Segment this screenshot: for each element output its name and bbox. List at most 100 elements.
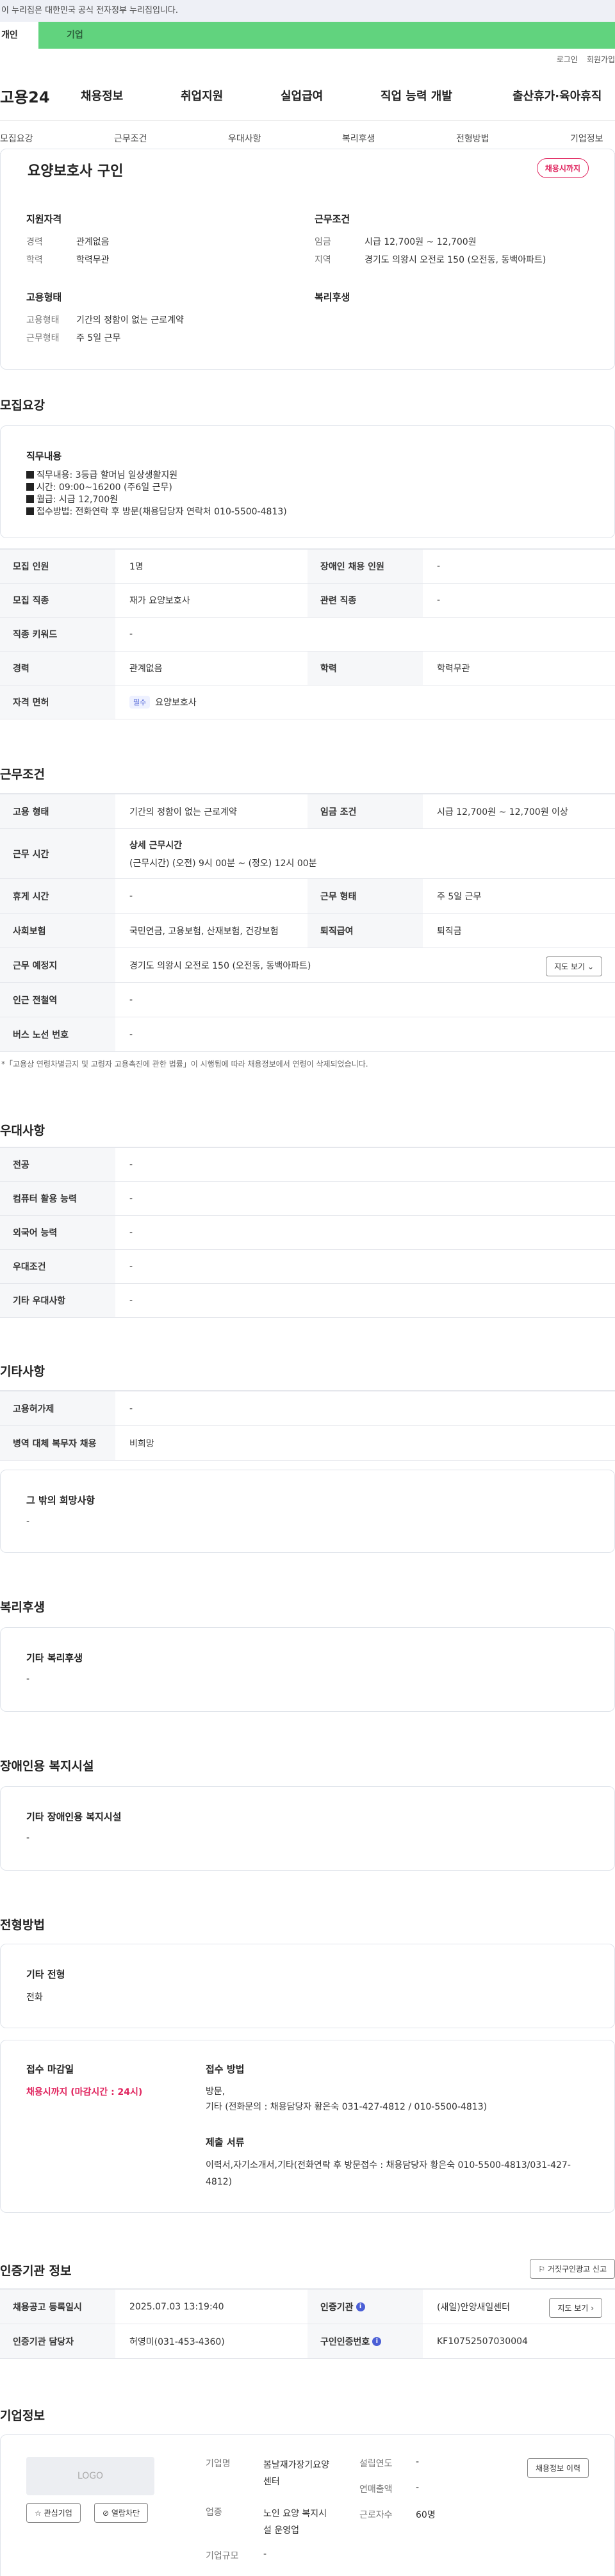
- size-label: 기업규모: [206, 2551, 239, 2561]
- welfare-title: 복리후생: [315, 291, 350, 303]
- table-row: 전공 -: [0, 1148, 615, 1182]
- disabled-card-title: 기타 장애인용 복지시설: [26, 1811, 122, 1823]
- qual-career: 경력 관계없음: [26, 237, 110, 247]
- tab-conditions[interactable]: 근무조건: [114, 132, 147, 145]
- emp-title: 고용형태: [26, 291, 62, 303]
- agency-section-title: 인증기관 정보: [0, 2264, 72, 2278]
- signup-link[interactable]: 회원가입: [587, 54, 615, 65]
- duty-lines: 직무내용: 3등급 할머님 일상생활지원 시간: 09:00~16200 (주6…: [26, 470, 287, 518]
- deadline-badge: 채용시까지: [536, 158, 589, 178]
- welfare-section-title: 복리후생: [0, 1600, 45, 1614]
- report-button[interactable]: ⚐ 거짓구인광고 신고: [530, 2259, 615, 2279]
- tab-welfare[interactable]: 복리후생: [342, 132, 375, 145]
- founded-label: 설립연도: [359, 2459, 393, 2469]
- etc-table: 고용허가제 - 병역 대체 복무자 채용 비희망: [0, 1390, 615, 1461]
- emp-type: 고용형태 기간의 정함이 없는 근로계약: [26, 315, 184, 325]
- table-row: 버스 노선 번호 -: [0, 1017, 615, 1052]
- table-row: 기타 우대사항 -: [0, 1284, 615, 1318]
- revenue-label: 연매출액: [359, 2484, 393, 2495]
- map-button[interactable]: 지도 보기 ⌄: [546, 956, 602, 976]
- agency-table: 채용공고 등록일시 2025.07.03 13:19:40 인증기관 i (새일)안…: [0, 2288, 615, 2359]
- summary-card: 요양보호사 구인 채용시까지 지원자격 경력 관계없음 학력 학력무관 근무조건 임…: [0, 149, 615, 370]
- gov-banner: 이 누리집은 대한민국 공식 전자정부 누리집입니다.: [0, 0, 615, 22]
- agency-map-button[interactable]: 지도 보기 ›: [549, 2298, 602, 2318]
- hope-value: -: [26, 1516, 30, 1527]
- table-row: 채용공고 등록일시 2025.07.03 13:19:40 인증기관 i (새일)안…: [0, 2290, 615, 2324]
- table-row: 컴퓨터 활용 능력 -: [0, 1182, 615, 1216]
- deadline-title: 접수 마감일: [26, 2063, 74, 2075]
- info-icon[interactable]: i: [356, 2302, 365, 2311]
- etc-section-title: 기타사항: [0, 1365, 45, 1379]
- table-row: 우대조건 -: [0, 1250, 615, 1284]
- work-table: 고용 형태 기간의 정함이 없는 근로계약 임금 조건 시급 12,700원 ~ 1…: [0, 793, 615, 1052]
- tab-company[interactable]: 기업: [38, 22, 615, 49]
- table-row: 근무 시간 상세 근무시간 (근무시간) (오전) 9시 00분 ~ (정오) …: [0, 829, 615, 879]
- workers-value: 60명: [416, 2510, 436, 2520]
- emp-worktype: 근무형태 주 5일 근무: [26, 333, 121, 343]
- tab-personal[interactable]: 개인: [0, 22, 38, 49]
- duty-title: 직무내용: [26, 450, 62, 462]
- method-value: 방문, 기타 (전화문의 : 채용담당자 황은숙 031-427-4812 / …: [206, 2087, 488, 2112]
- workers-label: 근로자수: [359, 2510, 393, 2520]
- nav-jobs[interactable]: 채용정보: [81, 87, 123, 104]
- required-chip: 필수: [129, 696, 151, 709]
- nav-parental-leave[interactable]: 출산휴가·육아휴직: [512, 87, 602, 104]
- company-logo: LOGO: [26, 2457, 154, 2495]
- age-notice: *「고용상 연령차별금지 및 고령자 고용촉진에 관한 법률」이 시행됨에 따라…: [1, 1060, 368, 1069]
- fav-company-button[interactable]: ☆ 관심기업: [26, 2503, 81, 2523]
- docs-value: 이력서,자기소개서,기타(전화연락 후 방문접수 : 채용담당자 황은숙 010…: [206, 2160, 571, 2187]
- cond-wage: 임금 시급 12,700원 ~ 12,700원: [315, 237, 477, 247]
- report-icon: ⚐: [538, 2265, 546, 2274]
- tab-company[interactable]: 기업정보: [570, 132, 603, 145]
- company-name-label: 기업명: [206, 2459, 231, 2469]
- company-card: LOGO ☆ 관심기업 ⊘ 열람차단 기업명 봄날재가장기요양 센터 설립연도 -…: [0, 2434, 615, 2576]
- info-icon[interactable]: i: [372, 2336, 382, 2346]
- table-row: 인근 전철역 -: [0, 983, 615, 1017]
- nav-training[interactable]: 직업 능력 개발: [381, 87, 452, 104]
- job-history-button[interactable]: 채용정보 이력: [527, 2458, 589, 2478]
- size-value: -: [263, 2549, 267, 2559]
- deadline-value: 채용시까지 (마감시간 : 24시): [26, 2087, 143, 2097]
- block-company-button[interactable]: ⊘ 열람차단: [94, 2503, 149, 2523]
- work-section-title: 근무조건: [0, 767, 45, 782]
- qual-title: 지원자격: [26, 213, 62, 225]
- util-links: 로그인 회원가입: [557, 54, 615, 65]
- revenue-value: -: [416, 2482, 420, 2493]
- table-row: 사회보험 국민연금, 고용보험, 산재보험, 건강보험 퇴직급여 퇴직금: [0, 914, 615, 948]
- tab-preferences[interactable]: 우대사항: [228, 132, 261, 145]
- duty-card: 직무내용 직무내용: 3등급 할머님 일상생활지원 시간: 09:00~1620…: [0, 425, 615, 538]
- welfare-card-title: 기타 복리후생: [26, 1652, 83, 1664]
- screening-card: 기타 전형 전화: [0, 1944, 615, 2028]
- table-row: 자격 면허 필수 요양보호사: [0, 685, 615, 719]
- founded-value: -: [416, 2457, 420, 2467]
- welfare-card-value: -: [26, 1674, 30, 1684]
- site-logo[interactable]: 고용24: [0, 85, 50, 107]
- disabled-section-title: 장애인용 복지시설: [0, 1759, 94, 1773]
- job-title: 요양보호사 구인: [28, 163, 124, 179]
- docs-title: 제출 서류: [206, 2137, 245, 2148]
- chevron-down-icon: ⌄: [587, 962, 594, 971]
- tab-screening[interactable]: 전형방법: [456, 132, 489, 145]
- chevron-right-icon: ›: [591, 2304, 594, 2313]
- company-name: 봄날재가장기요양 센터: [263, 2460, 330, 2487]
- login-link[interactable]: 로그인: [557, 54, 578, 65]
- table-row: 인증기관 담당자 허영미(031-453-4360) 구인인증번호 i KF1075…: [0, 2324, 615, 2359]
- table-row: 고용허가제 -: [0, 1391, 615, 1426]
- table-row: 직종 키워드 -: [0, 618, 615, 652]
- hope-title: 그 밖의 희망사항: [26, 1495, 95, 1506]
- star-icon: ☆: [35, 2509, 42, 2518]
- nav-employment-support[interactable]: 취업지원: [181, 87, 223, 104]
- nav-unemployment-benefit[interactable]: 실업급여: [281, 87, 323, 104]
- screening-etc-title: 기타 전형: [26, 1969, 65, 1980]
- qual-education: 학력 학력무관: [26, 255, 110, 265]
- table-row: 고용 형태 기간의 정함이 없는 근로계약 임금 조건 시급 12,700원 ~ 1…: [0, 794, 615, 829]
- welfare-card: 기타 복리후생 -: [0, 1627, 615, 1712]
- screening-etc-value: 전화: [26, 1992, 43, 2003]
- table-row: 병역 대체 복무자 채용 비희망: [0, 1426, 615, 1461]
- table-row: 경력 관계없음 학력 학력무관: [0, 652, 615, 685]
- cond-title: 근무조건: [315, 213, 350, 225]
- tab-recruit[interactable]: 모집요강: [0, 132, 33, 145]
- apply-card: 접수 마감일 채용시까지 (마감시간 : 24시) 접수 방법 방문, 기타 (…: [0, 2040, 615, 2213]
- industry-value: 노인 요양 복지시 설 운영업: [263, 2509, 327, 2536]
- recruit-table: 모집 인원 1명 장애인 채용 인원 - 모집 직종 재가 요양보호사 관련 직종 - …: [0, 548, 615, 719]
